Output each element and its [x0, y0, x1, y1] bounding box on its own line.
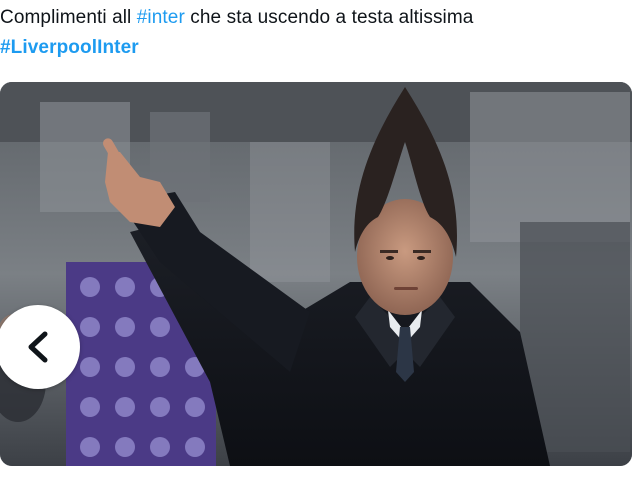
tweet-text: Complimenti all #inter che sta uscendo a…: [0, 3, 632, 63]
bottom-spacer: [0, 470, 632, 480]
photo-illustration: [0, 82, 632, 466]
tweet-media-photo[interactable]: [0, 82, 632, 466]
hashtag-inter-link[interactable]: #inter: [137, 7, 185, 28]
tweet-text-prefix: Complimenti all: [0, 7, 137, 28]
tweet-text-suffix: che sta uscendo a testa altissima: [184, 7, 474, 28]
chevron-left-icon: [28, 331, 48, 363]
previous-image-button[interactable]: [0, 305, 80, 389]
tweet-line-1: Complimenti all #inter che sta uscendo a…: [0, 3, 632, 33]
tweet-line-2: #LiverpoolInter: [0, 33, 632, 63]
hashtag-liverpoolinter-link[interactable]: #LiverpoolInter: [0, 37, 139, 58]
